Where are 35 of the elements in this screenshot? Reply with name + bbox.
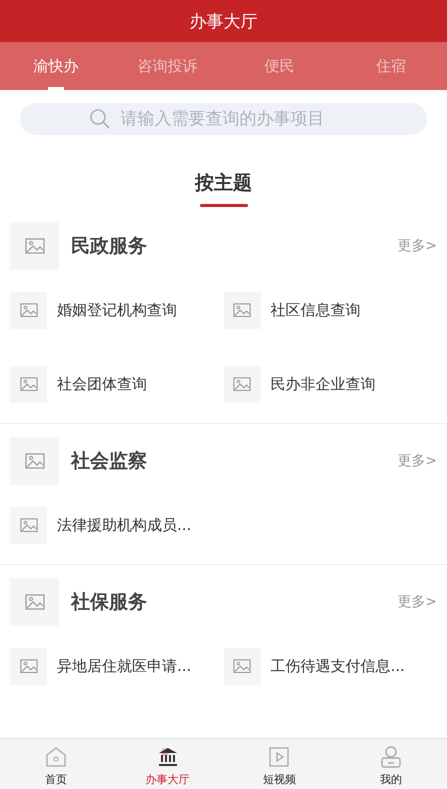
service-item[interactable]: 社会团体查询 [57,374,147,394]
play-icon [268,746,290,768]
nav-item[interactable]: 短视频 [224,739,336,789]
image-placeholder-icon [233,302,251,318]
image-placeholder-icon [20,376,38,392]
home-icon [44,746,67,768]
service-item[interactable]: 婚姻登记机构查询 [57,300,177,320]
nav-item[interactable]: 首页 [0,739,112,789]
category-title: 社会监察 [71,449,148,474]
image-placeholder-icon [233,376,251,392]
image-placeholder-icon [24,453,44,469]
image-placeholder-icon [24,238,44,254]
category-title: 民政服务 [71,234,148,259]
service-item[interactable]: 异地居住就医申请... [57,656,192,676]
service-item[interactable]: 工伤待遇支付信息... [270,656,405,676]
section-heading: 按主题 [195,171,252,196]
image-placeholder-icon [20,658,38,674]
nav-item[interactable]: 我的 [335,739,447,789]
search-bar[interactable]: 请输入需要查询的办事项目 [20,103,427,135]
person-icon [380,746,402,768]
service-item[interactable]: 民办非企业查询 [270,374,376,394]
search-icon [88,108,110,130]
tab[interactable]: 渝快办 [0,42,112,90]
bank-icon [156,746,179,768]
service-item[interactable]: 法律援助机构成员... [57,516,192,534]
search-field[interactable]: 请输入需要查询的办事项目 [118,108,358,130]
image-placeholder-icon [24,594,44,610]
image-placeholder-icon [20,518,38,532]
nav-item[interactable]: 办事大厅 [112,739,224,789]
category-title: 社保服务 [71,590,148,615]
page-title: 办事大厅 [190,10,258,32]
image-placeholder-icon [20,302,38,318]
service-item[interactable]: 社区信息查询 [270,300,360,320]
image-placeholder-icon [233,658,251,674]
heading-underline [200,204,248,207]
